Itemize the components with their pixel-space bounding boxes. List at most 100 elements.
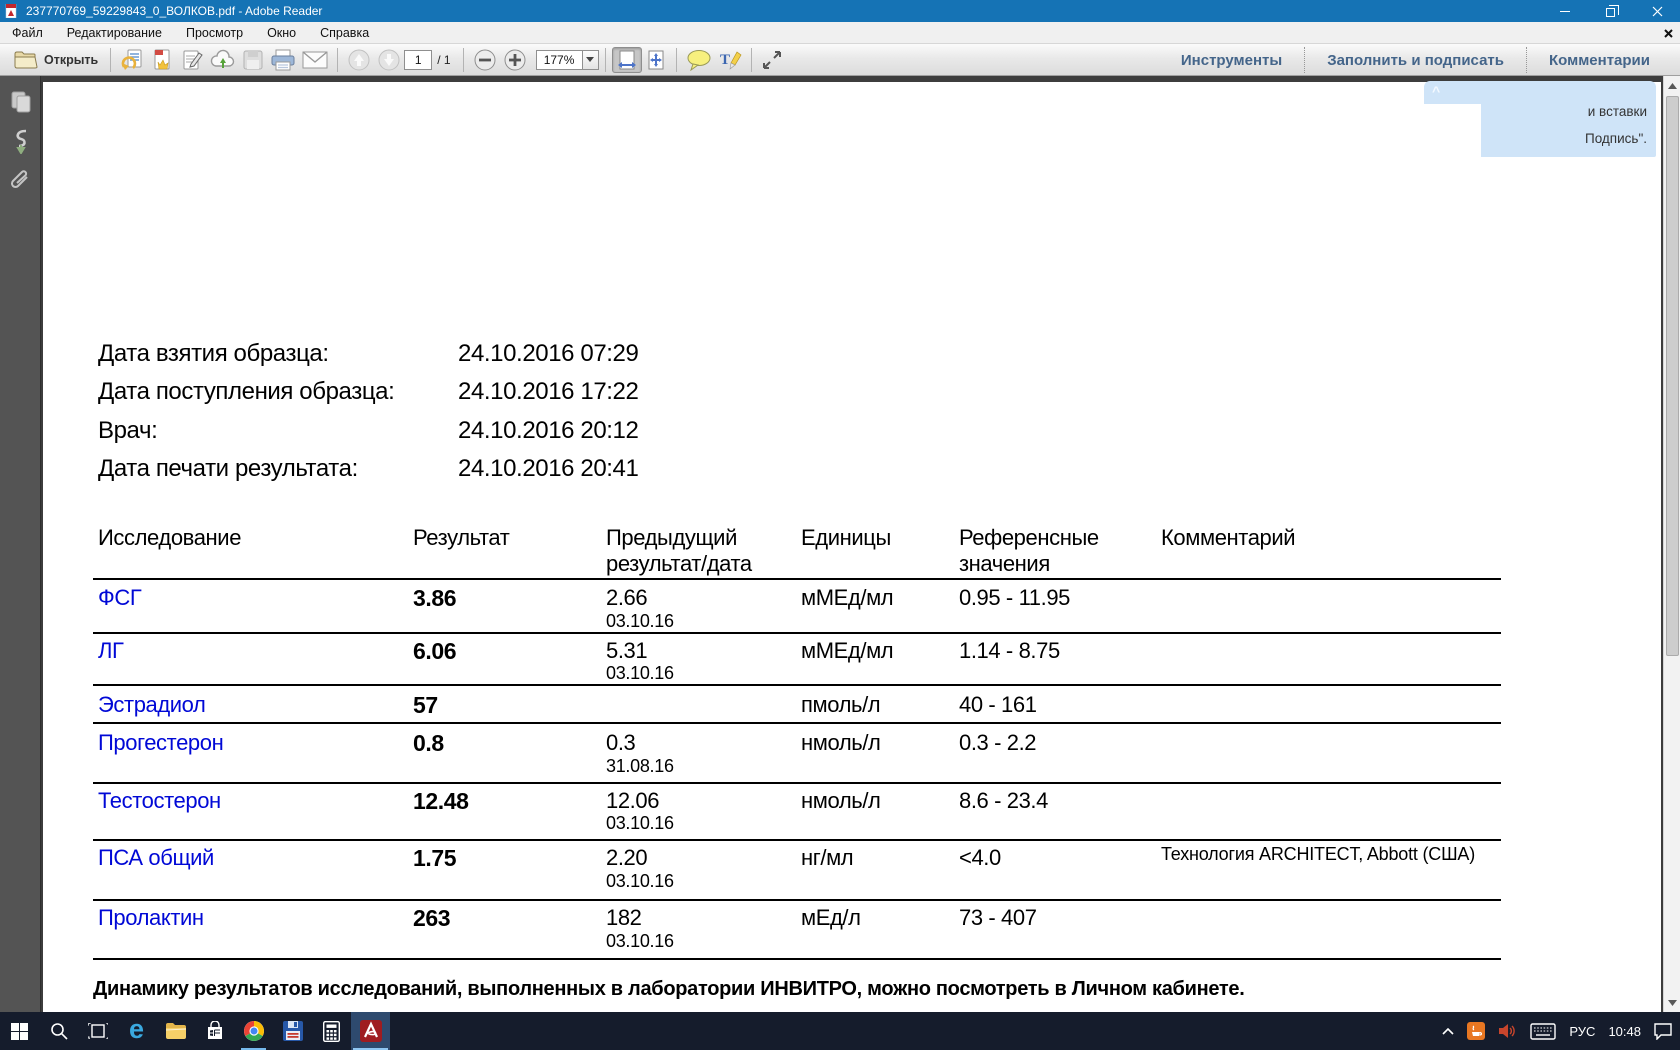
toolbar-separator: [110, 48, 111, 72]
zoom-out-button[interactable]: [470, 47, 500, 73]
toolbar-separator: [605, 48, 606, 72]
fullscreen-button[interactable]: [758, 47, 786, 73]
search-button[interactable]: [39, 1012, 78, 1050]
signatures-panel-button[interactable]: [0, 128, 41, 154]
menu-file[interactable]: Файл: [0, 22, 55, 44]
edge-icon: e: [129, 1016, 144, 1043]
column-header: Предыдущий результат/дата: [606, 525, 771, 577]
pane-close-button[interactable]: [1660, 25, 1676, 41]
fullscreen-icon: [761, 49, 783, 71]
tray-expand-button[interactable]: [1442, 1028, 1454, 1035]
units: нг/мл: [801, 845, 853, 871]
menu-edit[interactable]: Редактирование: [55, 22, 174, 44]
menu-view[interactable]: Просмотр: [174, 22, 255, 44]
export-pdf-button[interactable]: [117, 47, 147, 73]
open-button[interactable]: Открыть: [8, 47, 104, 73]
restore-button[interactable]: [1588, 0, 1634, 22]
file-explorer-button[interactable]: [156, 1012, 195, 1050]
reference-range: 1.14 - 8.75: [959, 638, 1060, 664]
notification-bubble-icon: [1654, 1023, 1672, 1040]
previous-result: 2.20: [606, 845, 647, 871]
hint-text-line: Подпись".: [1585, 131, 1647, 146]
test-name-link[interactable]: Прогестерон: [98, 730, 223, 756]
store-bag-icon: [206, 1021, 224, 1041]
test-name-link[interactable]: ПСА общий: [98, 845, 214, 871]
java-update-tray-icon[interactable]: [1467, 1022, 1485, 1040]
test-name-link[interactable]: ЛГ: [98, 638, 124, 664]
zoom-dropdown-button[interactable]: [582, 50, 599, 70]
fit-page-button[interactable]: [642, 47, 670, 73]
test-name-link[interactable]: ФСГ: [98, 585, 141, 611]
comment-bubble-icon: [686, 49, 712, 71]
volume-tray-icon[interactable]: [1498, 1023, 1517, 1039]
column-header: Референсные значения: [959, 525, 1109, 577]
start-button[interactable]: [0, 1012, 39, 1050]
page-total-label: / 1: [437, 53, 450, 67]
test-name-link[interactable]: Эстрадиол: [98, 692, 205, 718]
edge-button[interactable]: e: [117, 1012, 156, 1050]
floppy-app-button[interactable]: [273, 1012, 312, 1050]
toolbar-separator: [751, 48, 752, 72]
calculator-button[interactable]: [312, 1012, 351, 1050]
vertical-scrollbar[interactable]: [1663, 76, 1680, 1012]
table-rule: [93, 958, 1501, 960]
restore-icon: [1606, 8, 1615, 17]
tools-pane-button[interactable]: Инструменты: [1159, 47, 1304, 73]
pdf-file-icon: [5, 4, 19, 18]
previous-result: 2.66: [606, 585, 647, 611]
menu-help[interactable]: Справка: [308, 22, 381, 44]
save-button[interactable]: [239, 47, 267, 73]
open-button-label: Открыть: [44, 53, 98, 67]
next-page-button[interactable]: [374, 47, 404, 73]
comments-pane-button[interactable]: Комментарии: [1527, 47, 1672, 73]
page-number-input[interactable]: 1: [404, 50, 432, 70]
close-button[interactable]: [1634, 0, 1680, 22]
result-value: 263: [413, 905, 450, 932]
previous-page-button[interactable]: [344, 47, 374, 73]
scroll-down-button[interactable]: [1664, 994, 1680, 1011]
store-button[interactable]: [195, 1012, 234, 1050]
send-cloud-button[interactable]: [207, 47, 239, 73]
reference-range: 0.95 - 11.95: [959, 585, 1070, 611]
comment-button[interactable]: [683, 47, 715, 73]
chrome-button[interactable]: [234, 1012, 273, 1050]
action-center-button[interactable]: [1654, 1023, 1672, 1040]
highlight-text-icon: T: [718, 49, 742, 71]
keyboard-tray-icon[interactable]: [1530, 1023, 1556, 1040]
task-view-button[interactable]: [78, 1012, 117, 1050]
chrome-icon: [243, 1020, 265, 1042]
create-pdf-button[interactable]: [147, 47, 177, 73]
test-name-link[interactable]: Пролактин: [98, 905, 204, 931]
table-rule: [93, 722, 1501, 724]
zoom-level-input[interactable]: 177%: [536, 50, 582, 70]
windows-logo-icon: [11, 1023, 28, 1040]
adobe-reader-button[interactable]: [351, 1012, 390, 1050]
print-button[interactable]: [267, 47, 299, 73]
page-overlap: [1424, 104, 1481, 157]
result-value: 0.8: [413, 730, 444, 757]
zoom-in-button[interactable]: [500, 47, 530, 73]
email-button[interactable]: [299, 47, 331, 73]
reference-range: 8.6 - 23.4: [959, 788, 1048, 814]
table-rule: [93, 839, 1501, 841]
result-value: 12.48: [413, 788, 469, 815]
previous-result-date: 03.10.16: [606, 871, 674, 892]
language-indicator[interactable]: РУС: [1569, 1024, 1595, 1039]
scroll-up-button[interactable]: [1664, 77, 1680, 94]
minimize-button[interactable]: [1542, 0, 1588, 22]
page-thumbnails-button[interactable]: [0, 90, 41, 114]
scrolling-mode-button[interactable]: [612, 47, 642, 73]
test-name-link[interactable]: Тестостерон: [98, 788, 221, 814]
scrollbar-thumb[interactable]: [1666, 96, 1679, 656]
zoom-in-icon: [503, 48, 527, 72]
fill-sign-pane-button[interactable]: Заполнить и подписать: [1305, 47, 1526, 73]
sign-document-button[interactable]: [177, 47, 207, 73]
menu-window[interactable]: Окно: [255, 22, 308, 44]
table-rule: [93, 578, 1501, 580]
clock[interactable]: 10:48: [1608, 1024, 1641, 1039]
highlight-text-button[interactable]: T: [715, 47, 745, 73]
folder-icon: [14, 51, 38, 69]
attachments-panel-button[interactable]: [0, 170, 41, 194]
create-pdf-icon: [150, 48, 174, 72]
reference-range: <4.0: [959, 845, 1001, 871]
